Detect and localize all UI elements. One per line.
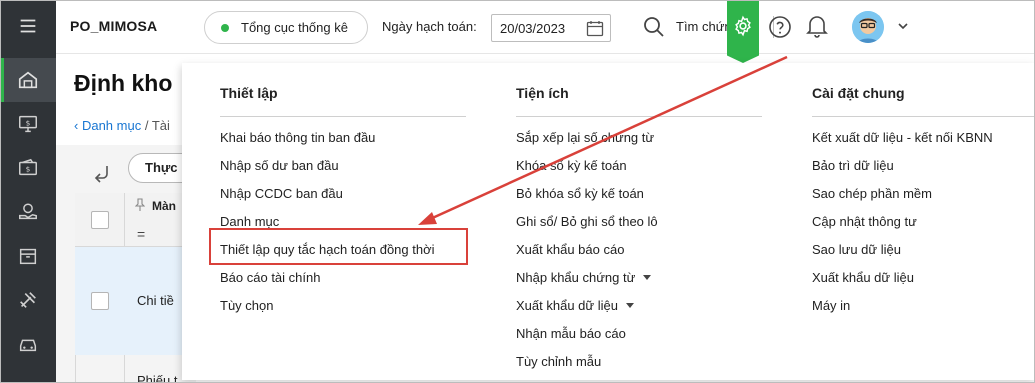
menu-item-update-circular[interactable]: Cập nhật thông tư bbox=[812, 207, 1035, 235]
menu-item-batch-posting[interactable]: Ghi sổ/ Bỏ ghi sổ theo lô bbox=[516, 207, 762, 235]
car-icon[interactable] bbox=[0, 322, 56, 366]
settings-column-utilities: Tiện ích Sắp xếp lại số chứng từ Khóa sổ… bbox=[516, 85, 762, 375]
menu-item-export-reports[interactable]: Xuất khẩu báo cáo bbox=[516, 235, 762, 263]
wallet-icon[interactable]: $ bbox=[0, 146, 56, 190]
row-description: Chi tiề bbox=[137, 293, 174, 308]
menu-item-opening-balance[interactable]: Nhập số dư ban đầu bbox=[220, 151, 466, 179]
menu-item-receive-templates[interactable]: Nhận mẫu báo cáo bbox=[516, 319, 762, 347]
status-dot-icon bbox=[221, 23, 229, 32]
chevron-down-icon[interactable] bbox=[897, 21, 909, 31]
search-icon[interactable] bbox=[642, 15, 666, 39]
column-heading: Tiện ích bbox=[516, 85, 762, 117]
annotation-highlight-box bbox=[209, 228, 468, 265]
page-title: Định kho bbox=[74, 70, 173, 96]
caret-down-icon bbox=[625, 302, 634, 308]
monitor-money-icon[interactable]: $ bbox=[0, 102, 56, 146]
menu-item-copy-software[interactable]: Sao chép phần mềm bbox=[812, 179, 1035, 207]
menu-item-export-kbnn[interactable]: Kết xuất dữ liệu - kết nối KBNN bbox=[812, 123, 1035, 151]
posting-date-label: Ngày hạch toán: bbox=[382, 19, 477, 34]
menu-item-label: Nhập khẩu chứng từ bbox=[516, 269, 636, 285]
menu-item-customize-templates[interactable]: Tùy chỉnh mẫu bbox=[516, 347, 762, 375]
unit-selector[interactable]: Tổng cục thống kê bbox=[204, 11, 368, 44]
gear-icon bbox=[735, 15, 751, 37]
top-header: PO_MIMOSA Tổng cục thống kê Ngày hạch to… bbox=[56, 0, 1035, 54]
menu-item-opening-tools[interactable]: Nhập CCDC ban đầu bbox=[220, 179, 466, 207]
menu-item-import-vouchers[interactable]: Nhập khẩu chứng từ bbox=[516, 263, 762, 291]
menu-item-reopen-period[interactable]: Bỏ khóa sổ kỳ kế toán bbox=[516, 179, 762, 207]
settings-dropdown-panel: Thiết lập Khai báo thông tin ban đầu Nhậ… bbox=[182, 63, 1035, 380]
column-header-title[interactable]: Màn bbox=[152, 199, 176, 213]
menu-item-close-period[interactable]: Khóa sổ kỳ kế toán bbox=[516, 151, 762, 179]
avatar-icon bbox=[852, 11, 884, 43]
left-sidebar: $ $ bbox=[0, 0, 56, 383]
bell-icon[interactable] bbox=[806, 14, 828, 38]
breadcrumb-separator: / bbox=[141, 118, 152, 133]
column-items: Khai báo thông tin ban đầu Nhập số dư ba… bbox=[220, 123, 466, 319]
select-all-checkbox[interactable] bbox=[91, 211, 109, 229]
menu-icon[interactable] bbox=[0, 4, 56, 48]
column-heading: Cài đặt chung bbox=[812, 85, 1035, 117]
menu-item-export-data-general[interactable]: Xuất khẩu dữ liệu bbox=[812, 263, 1035, 291]
menu-item-label: Xuất khẩu dữ liệu bbox=[516, 297, 618, 313]
user-avatar[interactable] bbox=[852, 11, 884, 43]
row-description: Phiếu t bbox=[137, 373, 178, 383]
calendar-icon[interactable] bbox=[586, 20, 604, 37]
row-checkbox[interactable] bbox=[91, 292, 109, 310]
menu-item-initial-info[interactable]: Khai báo thông tin ban đầu bbox=[220, 123, 466, 151]
tools-icon[interactable] bbox=[0, 278, 56, 322]
svg-text:$: $ bbox=[26, 118, 31, 127]
menu-item-options[interactable]: Tùy chọn bbox=[220, 291, 466, 319]
organization-name[interactable]: PO_MIMOSA bbox=[70, 18, 157, 34]
pin-icon[interactable] bbox=[135, 198, 145, 212]
home-icon[interactable] bbox=[0, 58, 56, 102]
settings-column-general: Cài đặt chung Kết xuất dữ liệu - kết nối… bbox=[812, 85, 1035, 319]
column-filter-operator[interactable]: = bbox=[137, 226, 145, 242]
breadcrumb-link-catalog[interactable]: Danh mục bbox=[82, 118, 141, 133]
undo-arrow-icon[interactable] bbox=[92, 163, 112, 183]
breadcrumb-back-icon[interactable]: ‹ bbox=[74, 118, 82, 133]
menu-item-printer[interactable]: Máy in bbox=[812, 291, 1035, 319]
menu-item-reorder-vouchers[interactable]: Sắp xếp lại số chứng từ bbox=[516, 123, 762, 151]
breadcrumb: ‹ Danh mục / Tài bbox=[74, 118, 170, 133]
settings-button[interactable] bbox=[727, 0, 759, 63]
posting-date-value: 20/03/2023 bbox=[500, 20, 566, 36]
column-heading: Thiết lập bbox=[220, 85, 466, 117]
breadcrumb-current: Tài bbox=[151, 118, 170, 133]
hand-coin-icon[interactable] bbox=[0, 190, 56, 234]
help-icon[interactable] bbox=[768, 15, 792, 39]
posting-date-input[interactable]: 20/03/2023 bbox=[491, 14, 611, 42]
caret-down-icon bbox=[643, 274, 652, 280]
unit-name: Tổng cục thống kê bbox=[241, 20, 348, 35]
box-icon[interactable] bbox=[0, 234, 56, 278]
menu-item-maintenance[interactable]: Bảo trì dữ liệu bbox=[812, 151, 1035, 179]
column-items: Kết xuất dữ liệu - kết nối KBNN Bảo trì … bbox=[812, 123, 1035, 319]
svg-text:$: $ bbox=[26, 165, 31, 174]
settings-column-setup: Thiết lập Khai báo thông tin ban đầu Nhậ… bbox=[220, 85, 466, 319]
menu-item-export-data[interactable]: Xuất khẩu dữ liệu bbox=[516, 291, 762, 319]
column-items: Sắp xếp lại số chứng từ Khóa sổ kỳ kế to… bbox=[516, 123, 762, 375]
menu-item-financial-reports[interactable]: Báo cáo tài chính bbox=[220, 263, 466, 291]
menu-item-backup[interactable]: Sao lưu dữ liệu bbox=[812, 235, 1035, 263]
